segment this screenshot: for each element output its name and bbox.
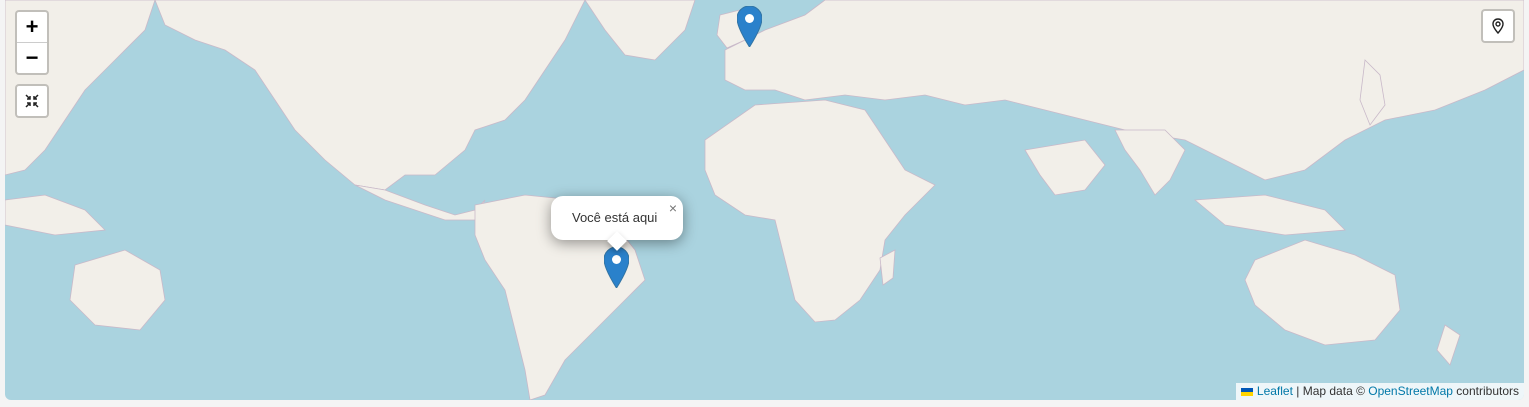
location-popup: Você está aqui ×	[551, 196, 683, 251]
europe-marker[interactable]	[736, 5, 763, 48]
attribution-separator: | Map data ©	[1292, 384, 1369, 398]
map-pin-icon	[1492, 18, 1504, 34]
popup-close-button[interactable]: ×	[669, 200, 677, 216]
zoom-control: + −	[15, 10, 49, 75]
zoom-out-button[interactable]: −	[17, 42, 47, 73]
popup-text: Você está aqui	[572, 210, 658, 225]
map-marker-icon	[603, 246, 630, 289]
exit-fullscreen-button[interactable]	[15, 84, 49, 118]
attribution-suffix: contributors	[1452, 384, 1519, 398]
openstreetmap-link[interactable]: OpenStreetMap	[1368, 384, 1453, 398]
map-canvas[interactable]: + − Você está aqui × Leaflet | Map data …	[5, 0, 1524, 400]
map-marker-icon	[736, 5, 763, 48]
attribution: Leaflet | Map data © OpenStreetMap contr…	[1235, 383, 1524, 400]
zoom-in-button[interactable]: +	[17, 12, 47, 42]
world-basemap	[5, 0, 1524, 400]
collapse-arrows-icon	[25, 94, 39, 108]
locate-button[interactable]	[1481, 9, 1515, 43]
leaflet-link[interactable]: Leaflet	[1257, 384, 1293, 398]
ukraine-flag-icon	[1240, 388, 1253, 396]
brazil-marker[interactable]	[603, 246, 630, 289]
